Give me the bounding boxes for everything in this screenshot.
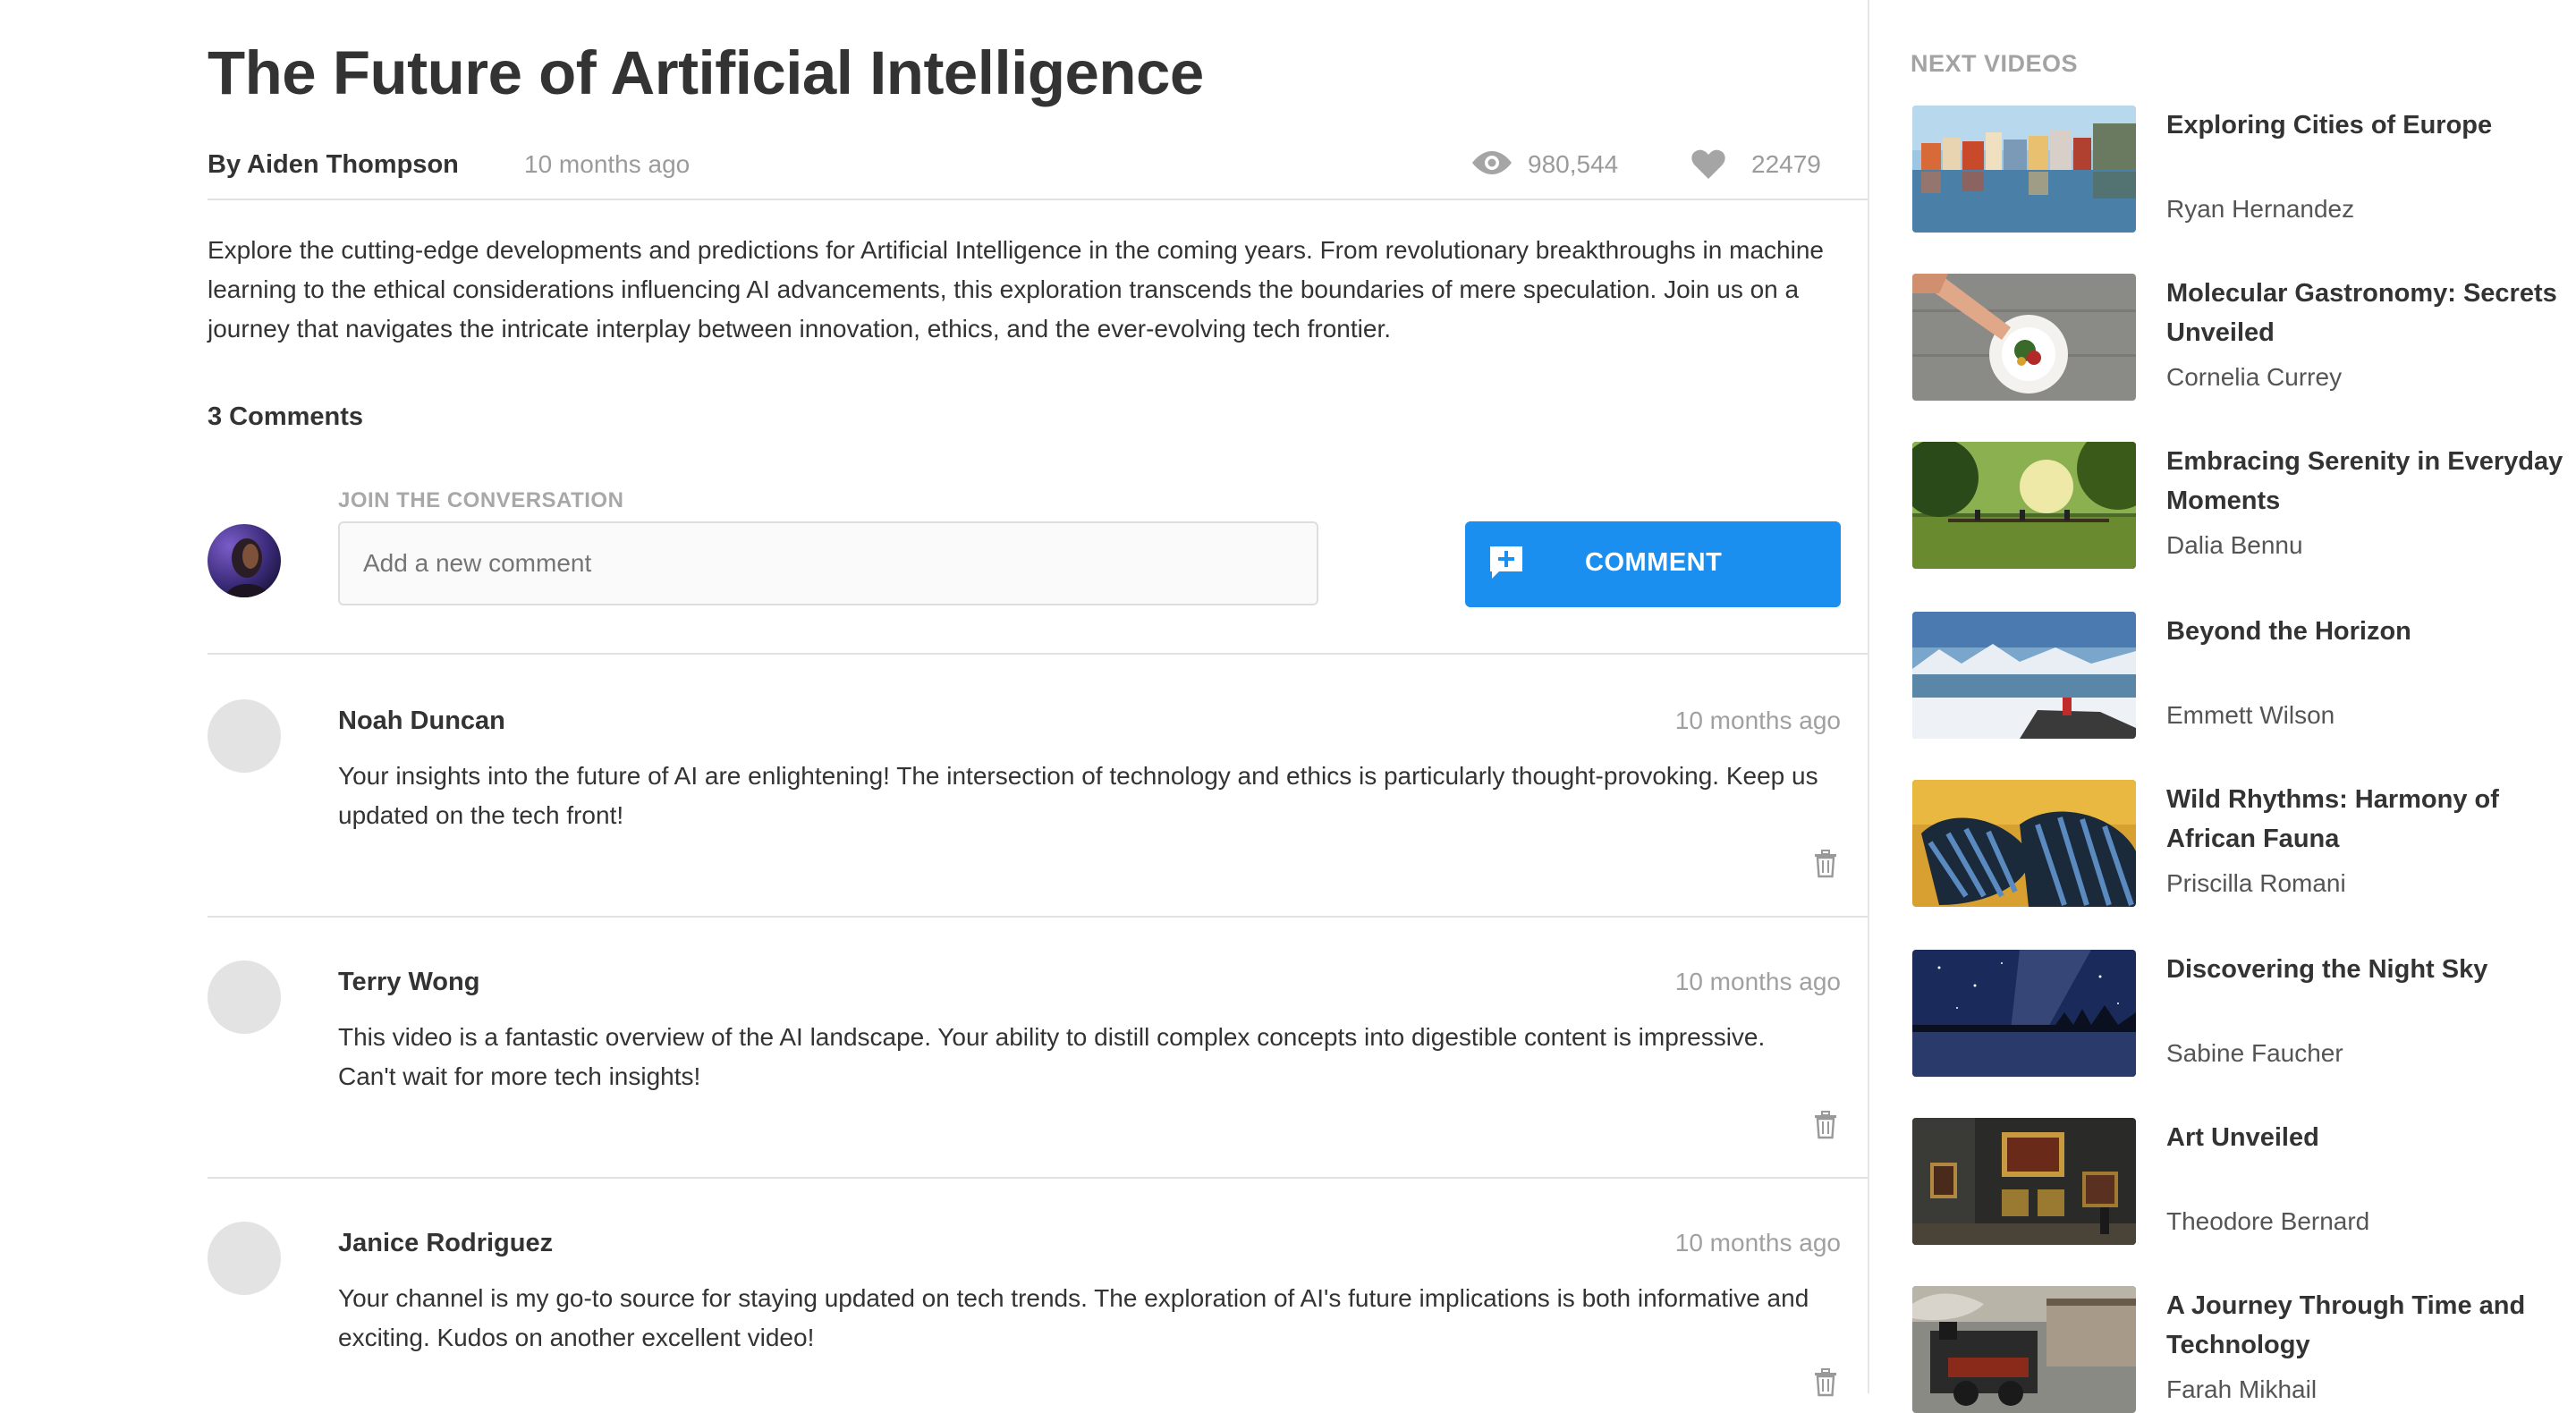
video-author: Cornelia Currey: [2166, 363, 2343, 391]
video-thumbnail[interactable]: [1912, 1286, 2136, 1413]
current-user-avatar: [208, 524, 281, 597]
commenter-avatar: [208, 1222, 281, 1295]
video-byline[interactable]: By Aiden Thompson: [208, 150, 459, 180]
video-thumbnail[interactable]: [1912, 106, 2136, 233]
video-title-link[interactable]: Embracing Serenity in Everyday Moments: [2166, 442, 2576, 520]
comment-item: [208, 1222, 281, 1295]
video-author: Ryan Hernandez: [2166, 195, 2355, 223]
header-divider: [208, 199, 1869, 200]
comment-text: Your insights into the future of AI are …: [338, 762, 1818, 829]
video-title: The Future of Artificial Intelligence: [208, 38, 1204, 107]
commenter-avatar: [208, 960, 281, 1034]
video-author: Farah Mikhail: [2166, 1375, 2318, 1403]
video-author: Theodore Bernard: [2166, 1207, 2370, 1235]
video-author: Sabine Faucher: [2166, 1039, 2343, 1067]
join-conversation-label: JOIN THE CONVERSATION: [338, 488, 624, 512]
video-title-link[interactable]: Discovering the Night Sky: [2166, 950, 2576, 989]
trash-icon[interactable]: [1813, 1111, 1838, 1139]
video-author: Priscilla Romani: [2166, 869, 2346, 897]
comment-text: Your channel is my go-to source for stay…: [338, 1284, 1809, 1351]
trash-icon[interactable]: [1813, 1368, 1838, 1397]
video-thumbnail[interactable]: [1912, 274, 2136, 401]
eye-icon: [1472, 151, 1512, 174]
video-title-link[interactable]: Art Unveiled: [2166, 1118, 2576, 1157]
video-title-link[interactable]: Exploring Cities of Europe: [2166, 106, 2576, 145]
view-count: 980,544: [1528, 150, 1619, 178]
video-thumbnail[interactable]: [1912, 780, 2136, 907]
commenter-avatar: [208, 699, 281, 773]
comment-button-label: COMMENT: [1585, 548, 1723, 577]
video-thumbnail[interactable]: [1912, 612, 2136, 739]
comment-button[interactable]: COMMENT: [1465, 521, 1841, 607]
video-title-link[interactable]: A Journey Through Time and Technology: [2166, 1286, 2576, 1365]
comment-time: 10 months ago: [1674, 968, 1841, 995]
video-thumbnail[interactable]: [1912, 950, 2136, 1077]
video-posted-time: 10 months ago: [524, 150, 691, 178]
add-comment-icon: [1490, 546, 1522, 579]
comment-count: 3 Comments: [208, 402, 364, 431]
comment-time: 10 months ago: [1674, 706, 1841, 734]
video-thumbnail[interactable]: [1912, 1118, 2136, 1245]
video-author: Dalia Bennu: [2166, 531, 2303, 559]
comment-divider: [208, 916, 1869, 918]
video-author: Emmett Wilson: [2166, 701, 2335, 729]
heart-icon[interactable]: [1690, 148, 1726, 181]
comments-divider: [208, 653, 1869, 655]
comment-author[interactable]: Janice Rodriguez: [338, 1229, 553, 1258]
comment-item: [208, 960, 281, 1034]
comment-divider: [208, 1177, 1869, 1179]
video-thumbnail[interactable]: [1912, 442, 2136, 569]
comment-item: [208, 699, 281, 773]
video-title-link[interactable]: Molecular Gastronomy: Secrets Unveiled: [2166, 274, 2576, 352]
video-description: Explore the cutting-edge developments an…: [208, 236, 1824, 343]
like-count: 22479: [1751, 150, 1821, 178]
new-comment-input[interactable]: [338, 521, 1318, 605]
trash-icon[interactable]: [1813, 850, 1838, 878]
video-title-link[interactable]: Wild Rhythms: Harmony of African Fauna: [2166, 780, 2576, 859]
comment-author[interactable]: Terry Wong: [338, 968, 479, 997]
comment-text: This video is a fantastic overview of th…: [338, 1023, 1766, 1090]
comment-author[interactable]: Noah Duncan: [338, 706, 505, 736]
next-videos-heading: NEXT VIDEOS: [1911, 50, 2079, 77]
comment-time: 10 months ago: [1674, 1229, 1841, 1256]
sidebar-divider: [1868, 0, 1869, 1393]
video-title-link[interactable]: Beyond the Horizon: [2166, 612, 2576, 651]
